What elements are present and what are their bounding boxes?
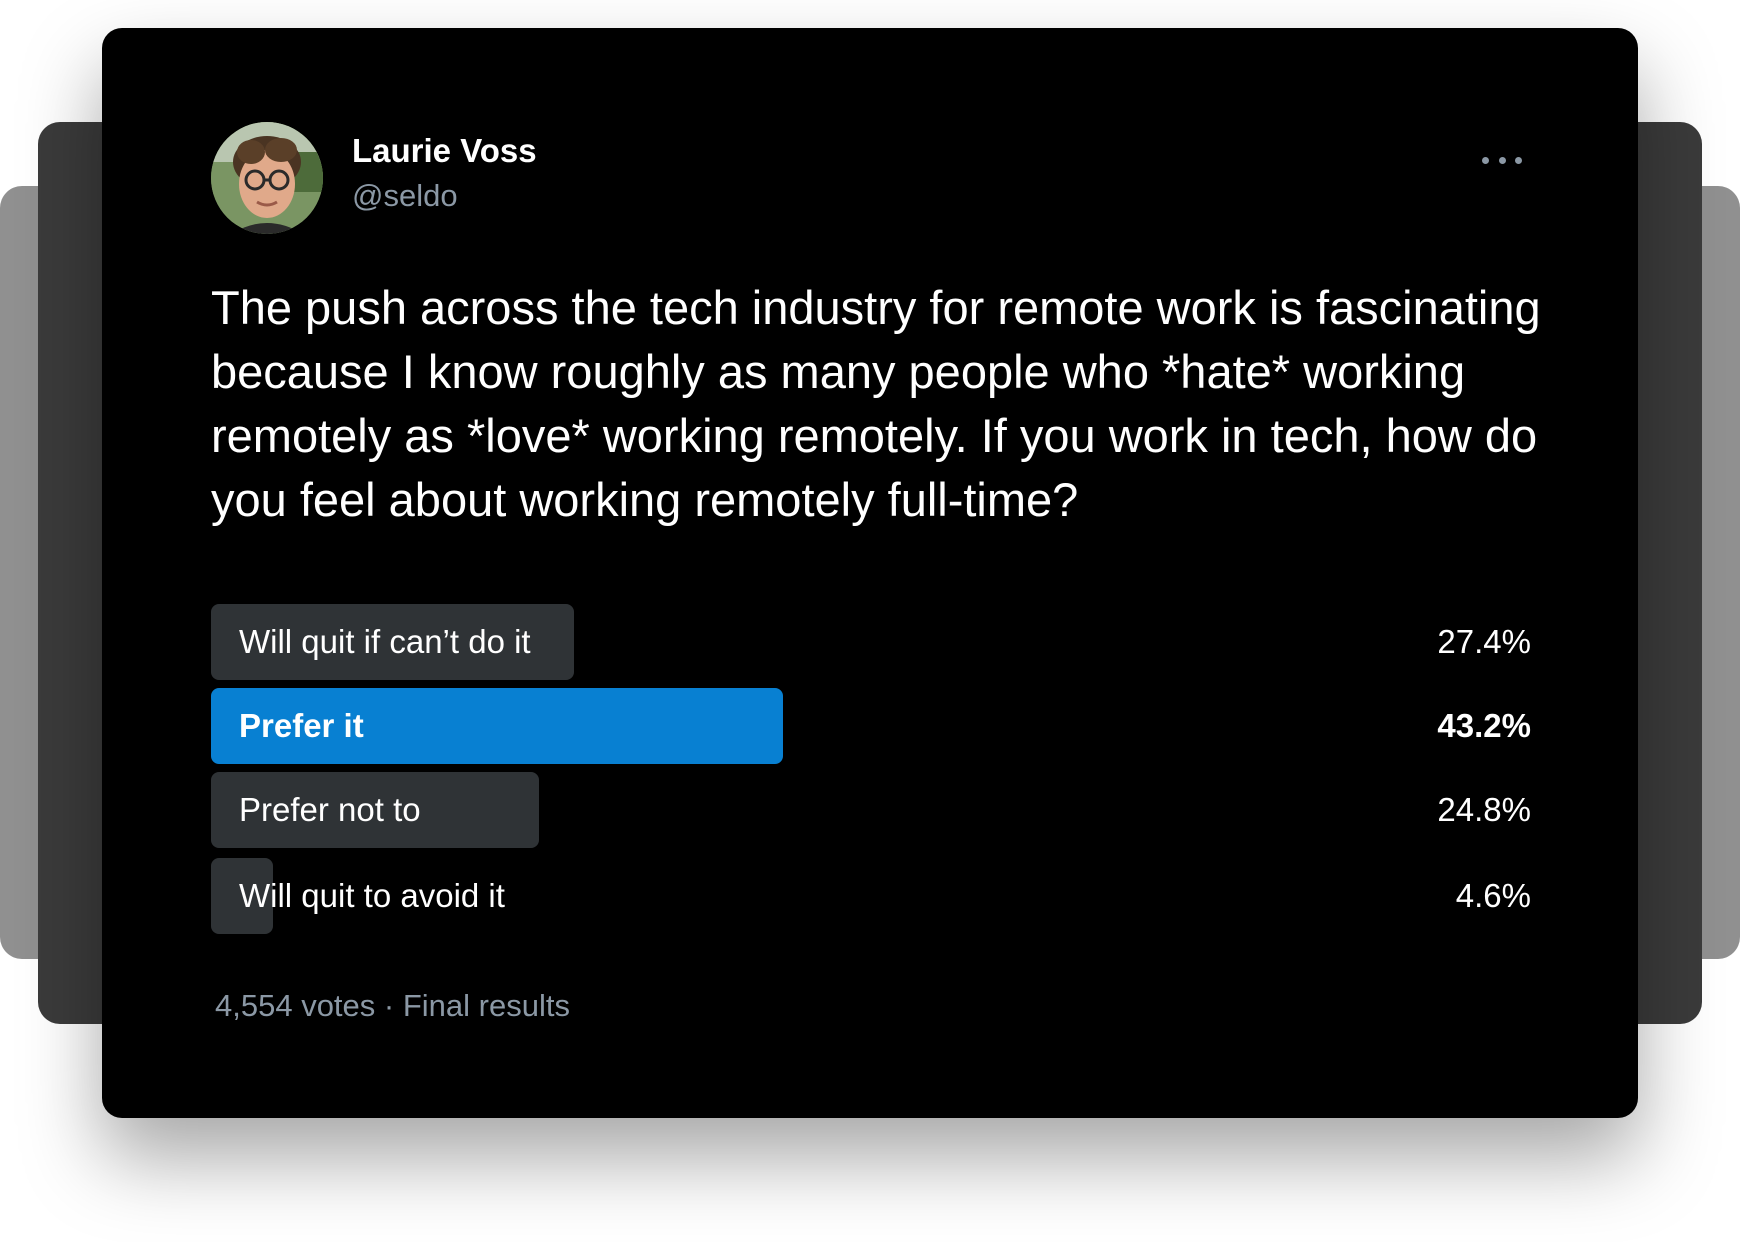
display-name[interactable]: Laurie Voss [352, 132, 537, 170]
poll-option-label: Will quit to avoid it [239, 877, 505, 914]
poll-option: Prefer it 43.2% [211, 688, 1531, 764]
poll-option-percent: 24.8% [1437, 791, 1531, 828]
avatar-image [211, 122, 323, 234]
avatar[interactable] [211, 122, 323, 234]
poll-option-percent: 43.2% [1437, 707, 1531, 744]
poll-option-percent: 4.6% [1455, 877, 1531, 914]
poll-option-label: Prefer not to [239, 791, 421, 828]
poll-meta: 4,554 votes · Final results [215, 988, 570, 1023]
tweet-text: The push across the tech industry for re… [211, 281, 1541, 526]
poll-option-label: Will quit if can’t do it [239, 623, 531, 660]
poll-option: Prefer not to 24.8% [211, 772, 1531, 848]
user-handle[interactable]: @seldo [352, 178, 458, 214]
tweet-card: Laurie Voss @seldo The push across the t… [102, 28, 1638, 1118]
poll-option-label: Prefer it [239, 707, 364, 744]
poll-option: Will quit if can’t do it 27.4% [211, 604, 1531, 680]
more-options-button[interactable] [1482, 148, 1522, 172]
screenshot-stage: Laurie Voss @seldo The push across the t… [0, 0, 1740, 1242]
poll-option-percent: 27.4% [1437, 623, 1531, 660]
more-horizontal-icon [1482, 156, 1489, 164]
poll-option: Will quit to avoid it 4.6% [211, 858, 1531, 934]
